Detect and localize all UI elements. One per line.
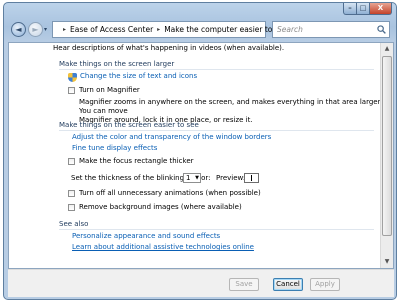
magnifier-checkbox[interactable]: [68, 87, 75, 94]
cursor-thickness-select[interactable]: 1 ▼: [183, 173, 201, 183]
apply-button[interactable]: Apply: [310, 278, 340, 291]
intro-text: Hear descriptions of what's happening in…: [53, 44, 285, 52]
close-button[interactable]: X: [370, 3, 392, 15]
section-divider: [59, 69, 374, 70]
recent-pages-dropdown-icon[interactable]: ▾: [44, 26, 47, 33]
background-images-checkbox-label[interactable]: Remove background images (where availabl…: [79, 203, 242, 211]
scroll-up-icon[interactable]: ▲: [381, 43, 393, 55]
magnifier-checkbox-label[interactable]: Turn on Magnifier: [79, 86, 140, 94]
search-placeholder: Search: [277, 25, 303, 34]
address-bar[interactable]: ▸ Ease of Access Center ▸ Make the compu…: [52, 21, 308, 38]
personalize-link[interactable]: Personalize appearance and sound effects: [72, 232, 220, 240]
content-pane: Hear descriptions of what's happening in…: [8, 42, 394, 269]
minimize-button[interactable]: –: [343, 3, 357, 15]
breadcrumb-separator-icon[interactable]: ▸: [63, 26, 66, 33]
maximize-button[interactable]: □: [357, 3, 370, 15]
breadcrumb-separator-icon[interactable]: ▸: [157, 26, 160, 33]
focus-rectangle-checkbox[interactable]: [68, 158, 75, 165]
fine-tune-display-link[interactable]: Fine tune display effects: [72, 144, 157, 152]
vertical-scrollbar[interactable]: ▲ ▼: [380, 43, 393, 268]
breadcrumb-make-computer-easier-to-see[interactable]: Make the computer easier to see: [164, 25, 288, 34]
uac-shield-icon: [68, 73, 77, 82]
cursor-preview-caret: [251, 175, 252, 181]
navigation-bar: ◄ ► ▾ ▸ Ease of Access Center ▸ Make the…: [8, 20, 394, 42]
background-images-checkbox[interactable]: [68, 204, 75, 211]
cursor-preview: [244, 173, 259, 183]
section-heading-easier: Make things on the screen easier to see: [59, 121, 199, 129]
search-icon[interactable]: [377, 25, 386, 34]
breadcrumb-ease-of-access-center[interactable]: Ease of Access Center: [70, 25, 153, 34]
search-input[interactable]: Search: [272, 21, 390, 38]
see-also-heading: See also: [59, 220, 89, 228]
section-divider: [59, 229, 374, 230]
magnifier-description-line: Magnifier zooms in anywhere on the scree…: [79, 98, 383, 115]
change-size-link[interactable]: Change the size of text and icons: [80, 72, 197, 80]
section-heading-larger: Make things on the screen larger: [59, 60, 175, 68]
section-divider: [59, 130, 374, 131]
scrollbar-thumb[interactable]: [382, 56, 392, 236]
preview-label: Preview:: [216, 174, 246, 182]
dialog-footer: Save Cancel Apply: [8, 269, 394, 297]
focus-rectangle-checkbox-label[interactable]: Make the focus rectangle thicker: [79, 157, 194, 165]
chevron-down-icon: ▼: [195, 175, 199, 181]
window-border-color-link[interactable]: Adjust the color and transparency of the…: [72, 133, 271, 141]
cursor-thickness-value: 1: [186, 174, 191, 182]
control-panel-window: – □ X ◄ ► ▾ ▸ Ease of Access Center ▸ Ma…: [3, 2, 397, 300]
cancel-button[interactable]: Cancel: [273, 278, 303, 291]
scroll-down-icon[interactable]: ▼: [381, 256, 393, 268]
caption-buttons: – □ X: [343, 3, 392, 15]
animations-checkbox[interactable]: [68, 190, 75, 197]
animations-checkbox-label[interactable]: Turn off all unnecessary animations (whe…: [79, 189, 261, 197]
forward-button[interactable]: ►: [28, 22, 43, 37]
assistive-technologies-link[interactable]: Learn about additional assistive technol…: [72, 243, 254, 251]
save-button[interactable]: Save: [229, 278, 259, 291]
back-button[interactable]: ◄: [11, 22, 26, 37]
